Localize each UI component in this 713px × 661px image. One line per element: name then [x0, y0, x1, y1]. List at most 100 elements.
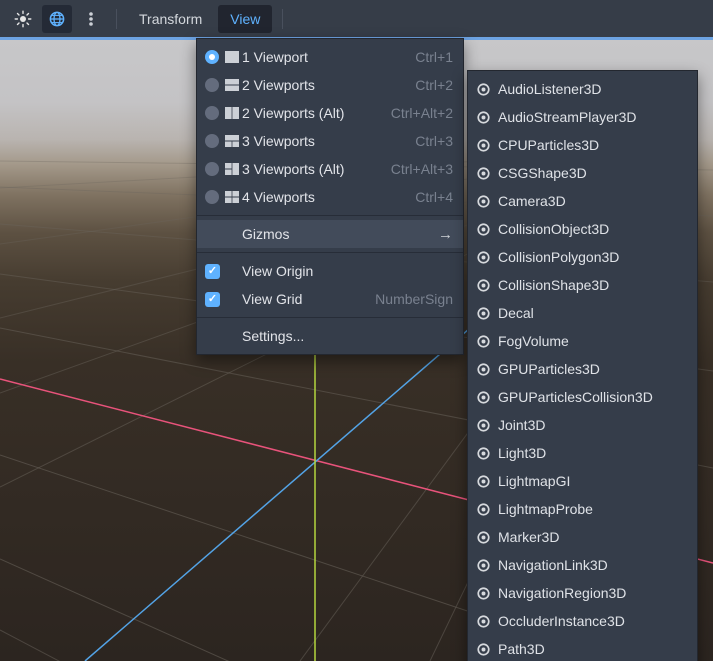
shortcut-label: Ctrl+Alt+3 — [390, 161, 453, 177]
radio-unselected-icon — [205, 106, 219, 120]
gizmo-item-collisionpolygon3d[interactable]: CollisionPolygon3D — [468, 243, 697, 271]
visibility-icon — [476, 166, 491, 181]
gizmos-submenu-popup: AudioListener3D AudioStreamPlayer3D CPUPar… — [467, 70, 698, 661]
kebab-menu-icon — [89, 11, 93, 26]
shortcut-label: Ctrl+3 — [415, 133, 453, 149]
submenu-arrow-icon: → — [438, 225, 453, 243]
visibility-icon — [476, 446, 491, 461]
gizmo-item-fogvolume[interactable]: FogVolume — [468, 327, 697, 355]
gizmo-item-camera3d[interactable]: Camera3D — [468, 187, 697, 215]
radio-unselected-icon — [205, 162, 219, 176]
menu-item-3-viewports[interactable]: 3 Viewports Ctrl+3 — [197, 127, 463, 155]
shortcut-label: Ctrl+2 — [415, 77, 453, 93]
visibility-icon — [476, 586, 491, 601]
shortcut-label: Ctrl+4 — [415, 189, 453, 205]
gizmo-item-decal[interactable]: Decal — [468, 299, 697, 327]
gizmo-item-label: Decal — [498, 305, 534, 321]
gizmo-item-label: LightmapProbe — [498, 501, 593, 517]
gizmo-item-label: Joint3D — [498, 417, 546, 433]
gizmo-item-joint3d[interactable]: Joint3D — [468, 411, 697, 439]
gizmo-item-label: NavigationLink3D — [498, 557, 608, 573]
menu-item-view-grid[interactable]: ✓ View Grid NumberSign — [197, 285, 463, 313]
gizmo-item-cpuparticles3d[interactable]: CPUParticles3D — [468, 131, 697, 159]
menu-item-label: 1 Viewport — [242, 49, 308, 65]
gizmo-item-navigationlink3d[interactable]: NavigationLink3D — [468, 551, 697, 579]
gizmo-item-gpuparticles3d[interactable]: GPUParticles3D — [468, 355, 697, 383]
viewport-2v-icon — [224, 105, 240, 121]
checkbox-checked-icon: ✓ — [205, 291, 220, 307]
visibility-icon — [476, 138, 491, 153]
visibility-icon — [476, 306, 491, 321]
visibility-icon — [476, 278, 491, 293]
gizmo-item-label: Marker3D — [498, 529, 560, 545]
sun-icon — [14, 10, 32, 27]
menu-item-gizmos[interactable]: Gizmos → — [197, 220, 463, 248]
gizmo-item-csgshape3d[interactable]: CSGShape3D — [468, 159, 697, 187]
visibility-icon — [476, 250, 491, 265]
menu-item-2-viewports[interactable]: 2 Viewports Ctrl+2 — [197, 71, 463, 99]
visibility-icon — [476, 558, 491, 573]
view-origin-label: View Origin — [242, 263, 314, 279]
gizmo-item-label: Path3D — [498, 641, 545, 657]
view-menu-popup: 1 Viewport Ctrl+1 2 Viewports Ctrl+2 2 Viewp… — [196, 38, 464, 355]
menu-item-label: 2 Viewports (Alt) — [242, 105, 345, 121]
gizmo-item-label: AudioStreamPlayer3D — [498, 109, 637, 125]
preview-environment-button[interactable] — [42, 4, 72, 33]
godot-3d-editor: Transform View 1 Viewport Ctrl+1 2 Viewpor… — [0, 0, 713, 661]
preview-sun-button[interactable] — [8, 5, 38, 33]
menu-item-3-viewports-alt[interactable]: 3 Viewports (Alt) Ctrl+Alt+3 — [197, 155, 463, 183]
gizmo-item-collisionobject3d[interactable]: CollisionObject3D — [468, 215, 697, 243]
view-menu-button[interactable]: View — [218, 4, 273, 33]
viewport-toolbar: Transform View — [0, 0, 713, 37]
viewport-4-icon — [224, 189, 240, 205]
gizmo-item-occluderinstance3d[interactable]: OccluderInstance3D — [468, 607, 697, 635]
menu-item-settings[interactable]: Settings... — [197, 322, 463, 350]
menu-item-label: 3 Viewports (Alt) — [242, 161, 345, 177]
visibility-icon — [476, 334, 491, 349]
radio-selected-icon — [205, 50, 219, 64]
gizmo-item-lightmapgi[interactable]: LightmapGI — [468, 467, 697, 495]
gizmo-item-path3d[interactable]: Path3D — [468, 635, 697, 661]
gizmo-item-label: CSGShape3D — [498, 165, 587, 181]
menu-item-1-viewport[interactable]: 1 Viewport Ctrl+1 — [197, 43, 463, 71]
view-grid-label: View Grid — [242, 291, 303, 307]
visibility-icon — [476, 530, 491, 545]
viewport-1-icon — [224, 49, 240, 65]
gizmo-item-light3d[interactable]: Light3D — [468, 439, 697, 467]
gizmo-item-label: OccluderInstance3D — [498, 613, 625, 629]
visibility-icon — [476, 474, 491, 489]
gizmo-item-audiolistener3d[interactable]: AudioListener3D — [468, 75, 697, 103]
gizmo-item-label: NavigationRegion3D — [498, 585, 627, 601]
shortcut-label: NumberSign — [375, 291, 453, 307]
gizmos-item-list: AudioListener3D AudioStreamPlayer3D CPUPar… — [468, 75, 697, 661]
gizmo-item-gpuparticlescollision3d[interactable]: GPUParticlesCollision3D — [468, 383, 697, 411]
menu-item-2-viewports-alt[interactable]: 2 Viewports (Alt) Ctrl+Alt+2 — [197, 99, 463, 127]
gizmo-item-navigationregion3d[interactable]: NavigationRegion3D — [468, 579, 697, 607]
menu-item-view-origin[interactable]: ✓ View Origin — [197, 257, 463, 285]
shortcut-label: Ctrl+Alt+2 — [390, 105, 453, 121]
menu-separator — [197, 317, 463, 318]
gizmo-item-lightmapprobe[interactable]: LightmapProbe — [468, 495, 697, 523]
transform-menu-button[interactable]: Transform — [127, 5, 214, 33]
menu-item-4-viewports[interactable]: 4 Viewports Ctrl+4 — [197, 183, 463, 211]
gizmo-item-collisionshape3d[interactable]: CollisionShape3D — [468, 271, 697, 299]
settings-label: Settings... — [242, 328, 305, 344]
viewport-3alt-icon — [224, 161, 240, 177]
extra-options-button[interactable] — [76, 5, 106, 33]
menu-item-label: 2 Viewports — [242, 77, 315, 93]
viewport-3-icon — [224, 133, 240, 149]
gizmo-item-label: CollisionObject3D — [498, 221, 610, 237]
menu-item-label: 3 Viewports — [242, 133, 315, 149]
visibility-icon — [476, 614, 491, 629]
visibility-icon — [476, 390, 491, 405]
gizmo-item-label: FogVolume — [498, 333, 569, 349]
gizmo-item-label: CollisionShape3D — [498, 277, 610, 293]
visibility-icon — [476, 110, 491, 125]
gizmo-item-label: CollisionPolygon3D — [498, 249, 620, 265]
gizmo-item-label: Light3D — [498, 445, 547, 461]
gizmo-item-label: GPUParticlesCollision3D — [498, 389, 653, 405]
gizmo-item-marker3d[interactable]: Marker3D — [468, 523, 697, 551]
gizmo-item-label: Camera3D — [498, 193, 566, 209]
gizmo-item-audiostreamplayer3d[interactable]: AudioStreamPlayer3D — [468, 103, 697, 131]
visibility-icon — [476, 502, 491, 517]
